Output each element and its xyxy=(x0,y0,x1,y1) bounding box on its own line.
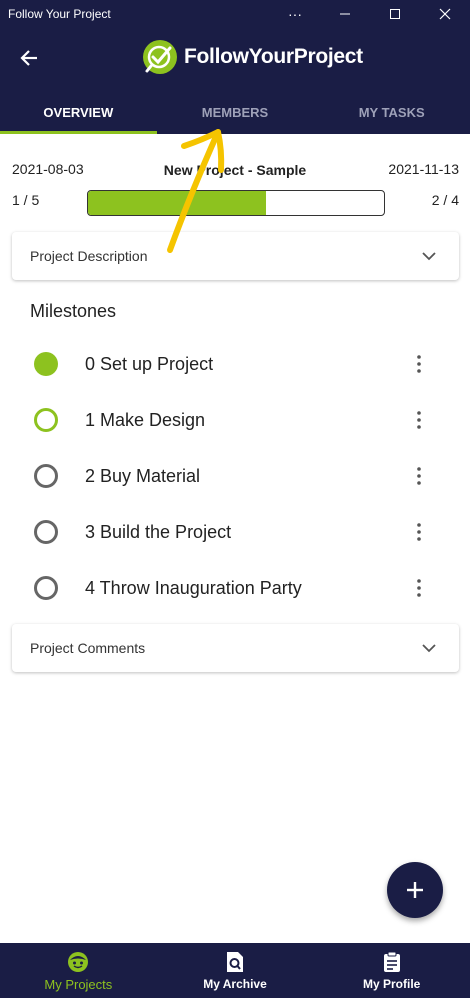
milestone-item[interactable]: 1 Make Design xyxy=(0,392,470,448)
progress-bar-fill xyxy=(88,191,266,215)
add-button[interactable] xyxy=(387,862,443,918)
nav-label: My Archive xyxy=(203,977,267,991)
project-description-card[interactable]: Project Description xyxy=(12,232,459,280)
more-vert-icon[interactable] xyxy=(407,461,431,491)
milestone-status-icon[interactable] xyxy=(34,576,58,600)
close-button[interactable] xyxy=(420,0,470,27)
app-header: FollowYourProject OVERVIEW MEMBERS MY TA… xyxy=(0,27,470,134)
milestone-label: 2 Buy Material xyxy=(85,465,201,486)
nav-my-projects[interactable]: My Projects xyxy=(0,943,157,998)
milestone-item[interactable]: 4 Throw Inauguration Party xyxy=(0,560,470,616)
close-icon xyxy=(439,8,451,19)
minimize-icon xyxy=(340,13,350,14)
app-window: Follow Your Project ··· FollowYourProjec… xyxy=(0,0,470,998)
maximize-button[interactable] xyxy=(370,0,420,27)
minimize-button[interactable] xyxy=(320,0,370,27)
clipboard-icon xyxy=(380,950,404,974)
tab-my-tasks[interactable]: MY TASKS xyxy=(313,91,470,134)
more-vert-icon[interactable] xyxy=(407,349,431,379)
milestone-item[interactable]: 0 Set up Project xyxy=(0,336,470,392)
tab-overview[interactable]: OVERVIEW xyxy=(0,91,157,134)
milestone-status-icon[interactable] xyxy=(34,352,58,376)
archive-search-icon xyxy=(223,950,247,974)
project-comments-label: Project Comments xyxy=(30,640,146,656)
milestone-label: 3 Build the Project xyxy=(85,521,232,542)
milestone-status-icon[interactable] xyxy=(34,408,58,432)
tab-members[interactable]: MEMBERS xyxy=(157,91,314,134)
back-button[interactable] xyxy=(14,43,44,73)
nav-my-archive[interactable]: My Archive xyxy=(157,943,314,998)
milestone-label: 4 Throw Inauguration Party xyxy=(85,577,302,598)
chevron-down-icon[interactable] xyxy=(417,636,441,660)
arrow-left-icon xyxy=(20,50,37,66)
milestone-label: 0 Set up Project xyxy=(85,353,214,374)
plus-icon xyxy=(407,882,423,898)
nav-label: My Profile xyxy=(363,977,421,991)
milestone-item[interactable]: 3 Build the Project xyxy=(0,504,470,560)
progress-bar xyxy=(87,190,385,216)
nav-my-profile[interactable]: My Profile xyxy=(313,943,470,998)
bottom-nav: My Projects My Archive My Profile xyxy=(0,943,470,998)
milestones-heading: Milestones xyxy=(30,301,117,321)
remaining-count: 2 / 4 xyxy=(431,192,459,208)
nav-label: My Projects xyxy=(44,976,113,992)
milestone-item[interactable]: 2 Buy Material xyxy=(0,448,470,504)
more-vert-icon[interactable] xyxy=(407,517,431,547)
more-vert-icon[interactable] xyxy=(407,573,431,603)
maximize-icon xyxy=(390,8,400,19)
end-date: 2021-11-13 xyxy=(388,161,459,177)
project-comments-card[interactable]: Project Comments xyxy=(12,624,459,672)
project-description-label: Project Description xyxy=(30,248,148,264)
chevron-down-icon[interactable] xyxy=(417,244,441,268)
brand-logo: FollowYourProject xyxy=(142,39,363,75)
title-bar: Follow Your Project ··· xyxy=(0,0,470,27)
more-options-button[interactable]: ··· xyxy=(270,0,320,27)
brand-name: FollowYourProject xyxy=(184,45,363,68)
window-title: Follow Your Project xyxy=(8,6,111,21)
logo-icon xyxy=(143,40,177,74)
milestone-label: 1 Make Design xyxy=(85,409,206,430)
milestone-status-icon[interactable] xyxy=(34,520,58,544)
more-vert-icon[interactable] xyxy=(407,405,431,435)
milestone-status-icon[interactable] xyxy=(34,464,58,488)
smiley-icon xyxy=(66,950,90,974)
completed-count: 1 / 5 xyxy=(12,192,40,208)
tab-bar: OVERVIEW MEMBERS MY TASKS xyxy=(0,91,470,134)
